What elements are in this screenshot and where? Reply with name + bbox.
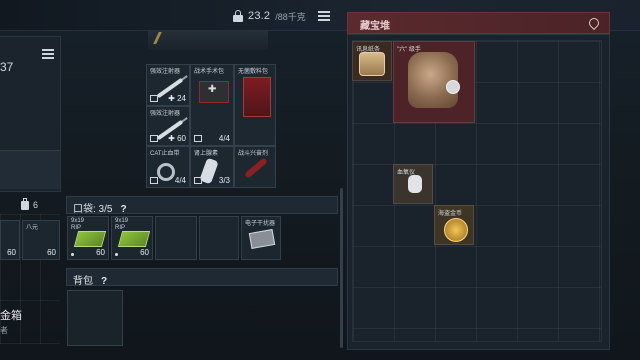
medkit-icon xyxy=(199,81,229,103)
vest-cell-8-name: 肾上腺素 xyxy=(194,151,219,157)
vest-cell-1-name: 强效注射器 xyxy=(150,69,181,75)
pocket-slot-5[interactable]: 电子干扰器 xyxy=(241,216,281,260)
vest-cell-8-count: 3/3 xyxy=(218,176,230,185)
left-list-icon[interactable] xyxy=(42,49,54,59)
pockets-help[interactable]: ? xyxy=(120,204,126,215)
pocket-slot-4[interactable] xyxy=(199,216,239,260)
bag-icon xyxy=(21,197,29,210)
ammo-icon xyxy=(117,231,151,247)
stash-header: 藏宝堆 xyxy=(347,12,610,34)
left-chip-text: 金箱 者 xyxy=(0,150,60,335)
pockets-title-text: 口袋: 3/5 xyxy=(73,204,113,215)
backpack-header: 背包? xyxy=(66,268,338,287)
pocket-slot-2-count: 60 xyxy=(140,248,149,257)
pocket-slot-1-count: 60 xyxy=(96,248,105,257)
vest-cell-8[interactable]: 肾上腺素 3/3 xyxy=(190,146,234,188)
inventory-screen: 23.2/88千克 37 金箱 者 6 60 八元 60 强效注射器 ✚ 24 … xyxy=(0,0,640,360)
slot-icon xyxy=(150,95,158,102)
tourniquet-icon xyxy=(157,163,175,181)
vest-cell-3[interactable]: 无菌敷料包 xyxy=(234,64,276,146)
vest-cell-3-name: 无菌敷料包 xyxy=(238,69,269,75)
glove-coin-icon xyxy=(446,80,460,94)
pocket-slot-1[interactable]: 9x19 RIP 60 xyxy=(67,216,109,260)
pocket-slot-3[interactable] xyxy=(155,216,197,260)
left-slot-1[interactable]: 60 xyxy=(0,220,20,260)
stash-item-glove[interactable]: "六" 级手 xyxy=(393,41,475,123)
vest-cell-9[interactable]: 战斗兴奋剂 xyxy=(234,146,276,188)
slot-icon xyxy=(194,177,202,184)
vest-cell-7-count: 4/4 xyxy=(174,176,186,185)
list-icon[interactable] xyxy=(318,11,330,21)
vest-cell-2-name: 战术手术包 xyxy=(194,69,225,75)
backpack-help[interactable]: ? xyxy=(101,276,107,287)
lock-icon xyxy=(233,10,243,22)
pocket-slot-5-name: 电子干扰器 xyxy=(245,221,276,227)
location-pin-icon[interactable] xyxy=(586,15,602,31)
slot-icon xyxy=(194,135,202,142)
stash-item-oximeter[interactable]: 血氧仪 xyxy=(393,164,433,204)
coin-icon xyxy=(444,218,468,242)
left-count: 6 xyxy=(33,200,39,210)
left-count-row: 6 xyxy=(21,197,39,210)
vest-cell-7[interactable]: CAT止血带 4/4 xyxy=(146,146,190,188)
vest-mark xyxy=(153,32,192,44)
backpack-slot[interactable] xyxy=(67,290,123,346)
pocket-slot-2[interactable]: 9x19 RIP 60 xyxy=(111,216,153,260)
slot-icon xyxy=(150,177,158,184)
weight-unit: /88千克 xyxy=(275,11,306,22)
stash-grid xyxy=(352,40,602,342)
vest-cell-9-name: 战斗兴奋剂 xyxy=(238,151,269,157)
pockets-header: 口袋: 3/5? xyxy=(66,196,338,215)
left-number: 37 xyxy=(0,60,14,74)
stash-item-note[interactable]: 讯息纸条 xyxy=(352,41,392,81)
inventory-scrollbar[interactable] xyxy=(340,188,343,348)
stash-title: 藏宝堆 xyxy=(360,21,390,32)
vest-cell-2[interactable]: 战术手术包 4/4 xyxy=(190,64,234,146)
note-icon xyxy=(359,52,385,76)
vest-cell-4-name: 强效注射器 xyxy=(150,111,181,117)
backpack-title: 背包? xyxy=(73,272,107,287)
vest-cell-4-count: ✚ 60 xyxy=(168,134,186,143)
pocket-slot-1-name: 9x19 RIP xyxy=(71,218,85,231)
ammo-icon xyxy=(73,231,107,247)
left-slot-2-count: 60 xyxy=(47,248,56,257)
stash-item-coin-name: 海盗金币 xyxy=(438,211,463,217)
ammo-dot-icon xyxy=(115,253,118,256)
stimulant-icon xyxy=(244,157,268,179)
left-slot-2[interactable]: 八元 60 xyxy=(22,220,60,260)
ammo-dot-icon xyxy=(71,253,74,256)
pockets-title: 口袋: 3/5? xyxy=(73,200,127,215)
vest-cell-4[interactable]: 强效注射器 ✚ 60 xyxy=(146,106,190,146)
dressing-pack-icon xyxy=(243,77,271,117)
slot-icon xyxy=(150,135,158,142)
vest-top xyxy=(148,30,268,50)
vest-cell-1-count: ✚ 24 xyxy=(168,94,186,103)
vest-cell-7-name: CAT止血带 xyxy=(150,151,180,157)
oximeter-icon xyxy=(408,175,422,193)
weight-value: 23.2 xyxy=(248,10,271,22)
vest-cell-1[interactable]: 强效注射器 ✚ 24 xyxy=(146,64,190,106)
jammer-icon xyxy=(248,229,276,249)
pocket-slot-2-name: 9x19 RIP xyxy=(115,218,129,231)
left-slot-1-count: 60 xyxy=(7,248,16,257)
vest-cell-2-count: 4/4 xyxy=(218,134,230,143)
left-slot-2-label: 八元 xyxy=(26,225,39,231)
weight-indicator: 23.2/88千克 xyxy=(233,7,306,25)
stash-item-coin[interactable]: 海盗金币 xyxy=(434,205,474,245)
backpack-title-text: 背包 xyxy=(73,276,93,287)
adrenaline-icon xyxy=(199,157,219,185)
